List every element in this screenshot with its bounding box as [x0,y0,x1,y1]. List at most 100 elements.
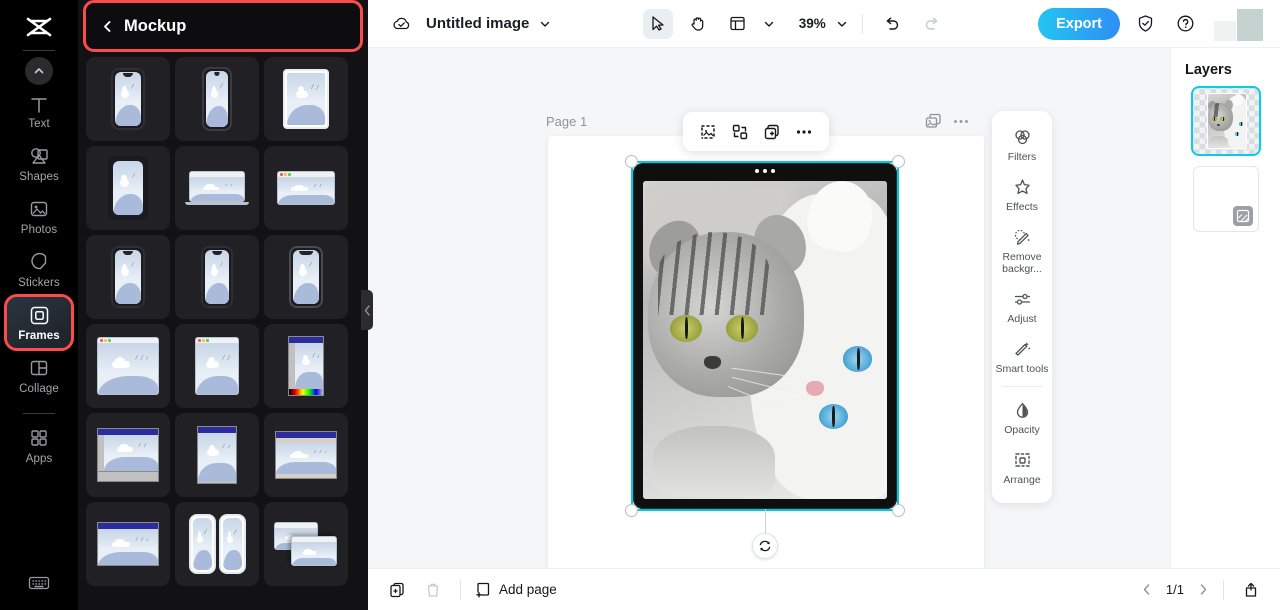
canvas[interactable]: Page 1 Filters Effects Remove backgr... … [368,48,1170,568]
mockup-tile[interactable] [264,324,348,408]
mockup-tile[interactable] [175,146,259,230]
mockup-tile[interactable] [86,146,170,230]
mockup-tile[interactable] [86,324,170,408]
chevron-down-icon[interactable] [763,18,775,30]
chevron-down-icon[interactable] [836,18,848,30]
duplicate-icon[interactable] [759,119,785,145]
keyboard-shortcuts-button[interactable] [7,565,71,600]
sidebar-item-photos[interactable]: Photos [7,191,71,242]
tool-opacity[interactable]: Opacity [992,392,1052,442]
sidebar-item-shapes[interactable]: Shapes [7,138,71,189]
prev-page-button[interactable] [1141,583,1152,596]
layers-title: Layers [1185,62,1232,78]
upload-icon[interactable] [1238,577,1264,603]
delete-page-icon[interactable] [420,577,446,603]
sidebar-item-text[interactable]: Text [7,87,71,136]
mockup-tile[interactable] [264,57,348,141]
capcut-logo[interactable] [22,14,56,40]
cats-photo[interactable] [643,181,887,499]
selected-element[interactable] [625,155,905,559]
tool-filters[interactable]: Filters [992,119,1052,169]
mockup-tile[interactable] [264,413,348,497]
mockup-tile[interactable] [264,502,348,586]
device-frame-mockup [633,163,897,509]
chevron-left-icon[interactable] [100,19,114,33]
canvas-extra-controls [924,112,969,131]
mockup-panel-header[interactable]: Mockup [83,0,363,52]
mockup-panel: Mockup [78,0,368,610]
tool-smart-tools[interactable]: Smart tools [992,331,1052,381]
sidebar-item-stickers[interactable]: Stickers [7,244,71,295]
resize-handle-top-right[interactable] [892,155,905,168]
resize-handle-bottom-right[interactable] [892,504,905,517]
page-indicator: 1/1 [1165,582,1184,597]
chevron-down-icon[interactable] [539,18,551,30]
avatar[interactable] [1214,7,1266,41]
frames-icon [28,304,50,326]
mockup-tile[interactable] [175,502,259,586]
crop-icon[interactable] [695,119,721,145]
sidebar-item-label: Shapes [19,171,59,183]
sidebar-item-frames[interactable]: Frames [4,294,74,351]
mockup-tile[interactable] [264,235,348,319]
resize-handle-bottom-left[interactable] [625,504,638,517]
sidebar-item-apps[interactable]: Apps [7,420,71,471]
more-options-icon[interactable] [791,119,817,145]
sidebar-item-collage[interactable]: Collage [7,350,71,401]
export-button[interactable]: Export [1038,7,1120,40]
tool-effects[interactable]: Effects [992,169,1052,219]
collage-icon [28,357,50,379]
sidebar-item-label: Frames [18,330,60,342]
cloud-saved-icon[interactable] [386,9,416,39]
shield-check-icon[interactable] [1130,9,1160,39]
bottom-bar: Add page 1/1 [368,568,1280,610]
mockup-tile[interactable] [86,413,170,497]
tool-arrange[interactable]: Arrange [992,442,1052,492]
adjust-icon [1012,289,1032,309]
mockup-tile[interactable] [264,146,348,230]
duplicate-page-icon[interactable] [384,577,410,603]
panel-collapse-handle[interactable] [361,290,373,330]
sidebar-item-label: Photos [20,224,58,236]
tools-divider [1002,386,1042,388]
rotate-icon[interactable] [752,533,778,559]
replace-image-icon[interactable] [727,119,753,145]
hand-tool-button[interactable] [683,9,713,39]
mockup-tile[interactable] [86,57,170,141]
select-tool-button[interactable] [642,8,673,39]
element-tools-panel: Filters Effects Remove backgr... Adjust … [992,111,1052,503]
bottom-divider-2 [1223,579,1224,600]
smart-tools-icon [1012,339,1032,359]
help-circle-icon[interactable] [1170,9,1200,39]
shapes-icon [28,145,50,167]
tool-remove-background[interactable]: Remove backgr... [992,219,1052,281]
mockup-tile[interactable] [175,413,259,497]
toolbar-divider [861,13,863,34]
tool-label: Arrange [1003,474,1041,487]
left-icon-rail: Text Shapes Photos Stickers Frames Colla… [0,0,78,610]
document-name[interactable]: Untitled image [426,15,529,32]
undo-button[interactable] [877,9,907,39]
mockup-tile[interactable] [86,235,170,319]
mockup-tile[interactable] [86,502,170,586]
tool-label: Opacity [1004,424,1040,437]
keyboard-icon [28,572,50,594]
mockup-tile[interactable] [175,324,259,408]
mockup-tile[interactable] [175,235,259,319]
rail-collapse-button[interactable] [25,57,53,85]
mockup-tile[interactable] [175,57,259,141]
resize-handle-top-left[interactable] [625,155,638,168]
layer-item-page[interactable] [1192,166,1259,232]
zoom-level[interactable]: 39% [799,16,826,31]
tool-adjust[interactable]: Adjust [992,281,1052,331]
layers-stack-icon[interactable] [924,112,943,131]
rotate-stem [765,509,766,533]
add-page-button[interactable]: Add page [475,581,557,598]
stickers-icon [28,251,50,273]
redo-button[interactable] [917,9,947,39]
more-options-icon[interactable] [953,119,969,124]
add-page-icon [475,581,492,598]
layer-item-image[interactable] [1190,86,1261,156]
next-page-button[interactable] [1198,583,1209,596]
layout-tool-button[interactable] [723,9,753,39]
